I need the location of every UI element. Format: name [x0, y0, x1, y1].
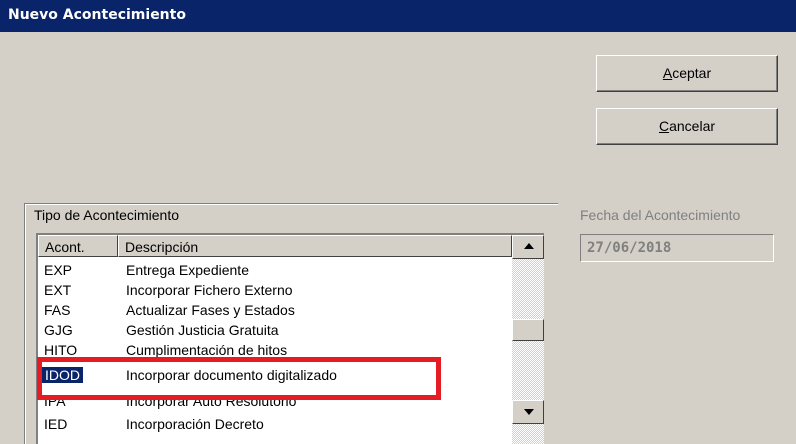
list-item[interactable]: FAS Actualizar Fases y Estados [38, 301, 512, 321]
cancel-button[interactable]: Cancelar [596, 108, 778, 145]
list-item[interactable]: GJG Gestión Justicia Gratuita [38, 321, 512, 341]
scroll-thumb[interactable] [512, 319, 544, 341]
window-title-bar: Nuevo Acontecimiento [0, 0, 796, 32]
list-item[interactable]: EXT Incorporar Fichero Externo [38, 281, 512, 301]
list-scrollbar[interactable] [512, 235, 544, 444]
column-header-code[interactable]: Acont. [38, 235, 118, 257]
highlight-box [37, 357, 441, 400]
scroll-up-button[interactable] [512, 235, 544, 259]
arrow-down-icon [524, 409, 534, 415]
event-type-group-label: Tipo de Acontecimiento [34, 207, 180, 223]
column-header-description[interactable]: Descripción [118, 235, 512, 257]
accept-button[interactable]: Aceptar [596, 55, 778, 92]
event-date-field: 27/06/2018 [580, 234, 774, 262]
event-type-list[interactable]: Acont. Descripción EXP Entrega Expedient… [36, 233, 544, 444]
list-header: Acont. Descripción [38, 235, 512, 257]
list-item[interactable]: EXP Entrega Expediente [38, 261, 512, 281]
list-item[interactable]: IED Incorporación Decreto [38, 415, 512, 435]
event-date-label: Fecha del Acontecimiento [580, 207, 741, 223]
arrow-up-icon [524, 243, 534, 249]
scroll-down-button[interactable] [512, 400, 544, 424]
window-title: Nuevo Acontecimiento [8, 7, 186, 23]
